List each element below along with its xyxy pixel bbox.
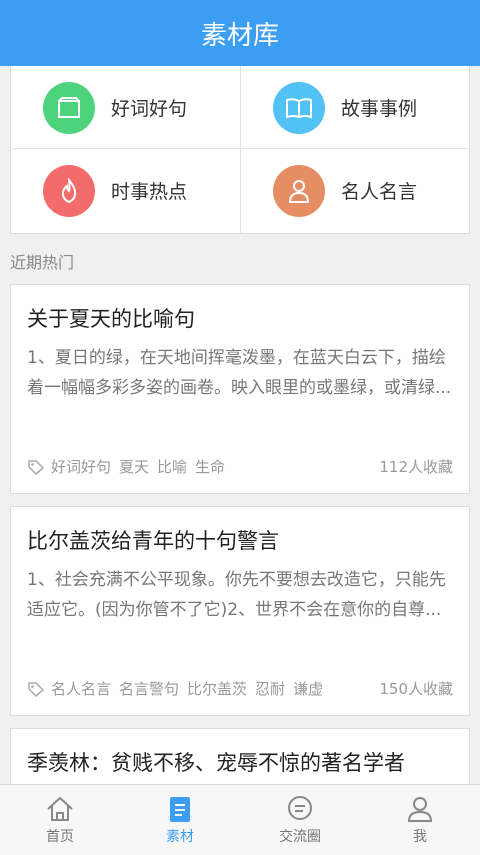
article-title: 关于夏天的比喻句: [27, 307, 195, 331]
tag[interactable]: 比尔盖茨: [187, 678, 247, 699]
tab-label: 首页: [46, 829, 74, 845]
tag[interactable]: 生命: [195, 456, 225, 477]
tag[interactable]: 比喻: [157, 456, 187, 477]
favorite-count: 112人收藏: [379, 458, 453, 476]
tab-me[interactable]: 我: [360, 785, 480, 855]
tag[interactable]: 谦虚: [293, 678, 323, 699]
article-excerpt: 1、社会充满不公平现象。你先不要想去改造它，只能先适应它。(因为你管不了它)2、…: [27, 570, 446, 620]
category-good-words[interactable]: 好词好句: [11, 66, 240, 149]
category-label: 好词好句: [111, 98, 188, 120]
tab-home[interactable]: 首页: [0, 785, 120, 855]
tag-icon: [28, 681, 45, 697]
tag[interactable]: 忍耐: [255, 678, 285, 699]
tab-materials[interactable]: 素材: [120, 785, 240, 855]
home-icon: [47, 796, 73, 821]
article-excerpt: 1、夏日的绿，在天地间挥毫泼墨，在蓝天白云下，描绘着一幅幅多彩多姿的画卷。映入眼…: [27, 348, 452, 398]
category-label: 名人名言: [341, 181, 418, 203]
article-card[interactable]: 比尔盖茨给青年的十句警言 1、社会充满不公平现象。你先不要想去改造它，只能先适应…: [10, 506, 470, 716]
article-tags: 好词好句 夏天 比喻 生命: [27, 456, 233, 477]
category-quotes[interactable]: 名人名言: [241, 149, 470, 232]
category-stories[interactable]: 故事事例: [241, 66, 470, 149]
category-label: 时事热点: [111, 181, 188, 203]
tag[interactable]: 名人名言: [51, 678, 111, 699]
page-title: 素材库: [200, 20, 279, 51]
flame-icon: [43, 164, 95, 217]
tab-label: 交流圈: [279, 829, 321, 845]
article-title: 季羡林：贫贱不移、宠辱不惊的著名学者: [27, 751, 405, 775]
bookmark-box-icon: [43, 81, 95, 134]
article-card[interactable]: 关于夏天的比喻句 1、夏日的绿，在天地间挥毫泼墨，在蓝天白云下，描绘着一幅幅多彩…: [10, 284, 470, 494]
tab-label: 我: [413, 829, 427, 845]
favorite-count: 150人收藏: [379, 680, 453, 698]
section-title: 近期热门: [10, 253, 75, 272]
user-icon: [407, 797, 433, 822]
open-book-icon: [273, 81, 325, 134]
person-icon: [273, 164, 325, 217]
article-title: 比尔盖茨给青年的十句警言: [27, 529, 279, 553]
document-icon: [170, 797, 190, 822]
app-header: 素材库: [0, 0, 480, 66]
tag[interactable]: 好词好句: [51, 456, 111, 477]
bottom-tab-bar: 首页 素材 交流圈 我: [0, 784, 480, 855]
category-grid: 好词好句 故事事例 时事热点 名人名言: [10, 66, 471, 234]
tab-label: 素材: [166, 829, 194, 845]
tag[interactable]: 名言警句: [119, 678, 179, 699]
article-tags: 名人名言 名言警句 比尔盖茨 忍耐 谦虚: [27, 678, 331, 699]
tag-icon: [28, 459, 45, 475]
category-hot-topics[interactable]: 时事热点: [11, 149, 240, 232]
category-label: 故事事例: [341, 98, 418, 120]
tag[interactable]: 夏天: [119, 456, 149, 477]
tab-community[interactable]: 交流圈: [240, 785, 360, 855]
chat-icon: [288, 796, 312, 820]
